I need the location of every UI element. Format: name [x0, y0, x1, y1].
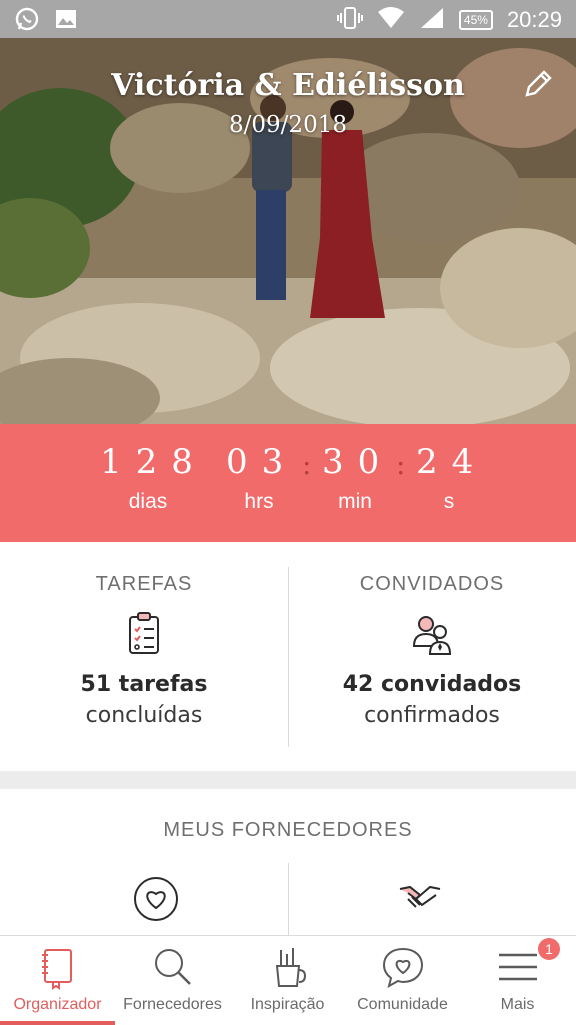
- countdown-days-value: 128: [100, 442, 207, 482]
- clock-time: 20:29: [506, 7, 562, 32]
- heart-circle-icon[interactable]: [132, 875, 180, 923]
- countdown-minutes: 30 min: [322, 442, 388, 514]
- tasks-card[interactable]: TAREFAS 51 tarefas concluídas: [0, 543, 288, 771]
- wifi-icon: [377, 6, 405, 34]
- tasks-count: 51 tarefas: [80, 672, 208, 697]
- summary-cards: TAREFAS 51 tarefas concluídas CONVIDADOS…: [0, 543, 576, 771]
- countdown-hours: 03 hrs: [226, 442, 292, 514]
- status-bar: 45% 20:29: [0, 0, 576, 38]
- pencil-icon[interactable]: [522, 68, 554, 100]
- gallery-icon: [54, 7, 78, 35]
- bottom-navigation: Organizador Fornecedores Inspiração Comu…: [0, 935, 576, 1025]
- guests-count: 42 convidados: [342, 672, 522, 697]
- countdown-minutes-value: 30: [322, 442, 394, 482]
- countdown-seconds-label: s: [443, 490, 455, 513]
- nav-item-comunidade[interactable]: Comunidade: [345, 936, 460, 1025]
- nav-label-inspiracao: Inspiração: [250, 996, 325, 1013]
- tasks-heading: TAREFAS: [95, 573, 193, 595]
- notification-badge: 1: [538, 938, 560, 960]
- chat-heart-icon: [380, 944, 426, 990]
- countdown-hours-label: hrs: [244, 490, 274, 513]
- couple-cover-photo[interactable]: Victória & Ediélisson 8/09/2018: [0, 38, 576, 424]
- countdown-separator: :: [396, 448, 406, 481]
- active-tab-indicator: [0, 1021, 115, 1025]
- battery-icon: 45%: [458, 10, 493, 30]
- menu-icon: [495, 944, 541, 990]
- signal-icon: [419, 6, 445, 34]
- handshake-icon[interactable]: [396, 875, 444, 923]
- section-separator: [0, 771, 576, 789]
- nav-label-comunidade: Comunidade: [357, 996, 448, 1013]
- nav-item-fornecedores[interactable]: Fornecedores: [115, 936, 230, 1025]
- whatsapp-icon: [14, 6, 40, 36]
- countdown-days: 128 dias: [100, 442, 196, 514]
- notebook-icon: [35, 944, 81, 990]
- tasks-subtext: concluídas: [85, 703, 203, 728]
- countdown-days-label: dias: [128, 490, 168, 513]
- brush-cup-icon: [265, 944, 311, 990]
- checklist-icon: [120, 610, 168, 658]
- my-vendors-section: MEUS FORNECEDORES: [0, 789, 576, 935]
- vendors-divider: [288, 863, 289, 935]
- couple-names: Victória & Ediélisson: [111, 68, 465, 103]
- nav-label-organizador: Organizador: [13, 996, 102, 1013]
- wedding-countdown: 128 dias 03 hrs : 30 min : 24 s: [0, 424, 576, 542]
- guests-card[interactable]: CONVIDADOS 42 convidados confirmados: [288, 543, 576, 771]
- guests-icon: [408, 610, 456, 658]
- nav-label-mais: Mais: [500, 996, 535, 1013]
- guests-heading: CONVIDADOS: [359, 573, 505, 595]
- vendors-heading: MEUS FORNECEDORES: [163, 819, 413, 841]
- countdown-minutes-label: min: [338, 490, 372, 513]
- nav-item-organizador[interactable]: Organizador: [0, 936, 115, 1025]
- wedding-date: 8/09/2018: [229, 112, 347, 138]
- countdown-seconds-value: 24: [416, 442, 488, 482]
- search-icon: [150, 944, 196, 990]
- guests-subtext: confirmados: [364, 703, 500, 728]
- nav-item-inspiracao[interactable]: Inspiração: [230, 936, 345, 1025]
- nav-label-fornecedores: Fornecedores: [123, 996, 222, 1013]
- countdown-seconds: 24 s: [416, 442, 482, 514]
- vibrate-icon: [336, 6, 363, 34]
- countdown-separator: :: [302, 448, 312, 481]
- countdown-hours-value: 03: [226, 442, 298, 482]
